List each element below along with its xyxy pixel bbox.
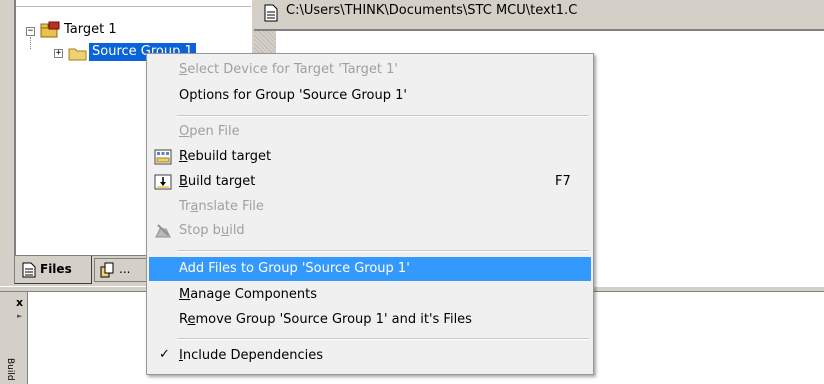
menu-label: Options for Group 'Source Group 1' [179, 88, 407, 103]
output-gutter: x ► Build [5, 292, 28, 384]
files-icon [22, 262, 36, 278]
target-icon [40, 21, 60, 38]
menu-label: Remove Group 'Source Group 1' and it's F… [179, 312, 472, 327]
menu-item-stop-build[interactable]: Stop build [149, 219, 591, 243]
build-icon [154, 174, 172, 190]
tree-connector [30, 37, 31, 49]
tab-files[interactable]: Files [14, 256, 92, 284]
tab-books[interactable]: ... [94, 258, 154, 282]
menu-item-select-device[interactable]: Select Device for Target 'Target 1' [149, 58, 591, 82]
menu-label: Open File [179, 124, 240, 139]
menu-separator [177, 338, 589, 340]
arrow-right-icon[interactable]: ► [17, 312, 22, 320]
collapse-target-icon[interactable]: − [26, 27, 35, 36]
menu-item-rebuild-target[interactable]: Rebuild target [149, 145, 591, 169]
folder-icon [68, 48, 87, 61]
menu-label: Rebuild target [179, 149, 272, 164]
books-icon [100, 262, 114, 278]
tab-files-label: Files [40, 262, 72, 276]
context-menu: Select Device for Target 'Target 1' Opti… [146, 53, 594, 375]
editor-file-path[interactable]: C:\Users\THINK\Documents\STC MCU\text1.C [286, 3, 577, 18]
menu-item-manage-components[interactable]: Manage Components [149, 283, 591, 307]
tree-top-border [16, 0, 251, 7]
rebuild-icon [154, 149, 172, 165]
document-icon [264, 4, 278, 22]
menu-item-remove-group[interactable]: Remove Group 'Source Group 1' and it's F… [149, 308, 591, 332]
checkmark-icon: ✓ [159, 347, 170, 362]
expand-group-icon[interactable]: + [54, 49, 63, 58]
menu-label: Build target [179, 174, 256, 189]
close-icon[interactable]: x [16, 296, 23, 309]
menu-item-open-file[interactable]: Open File [149, 120, 591, 144]
menu-separator [177, 115, 589, 117]
menu-label: Translate File [179, 199, 264, 214]
output-side-label: Build [5, 358, 15, 381]
menu-item-add-files-to-group[interactable]: Add Files to Group 'Source Group 1' [149, 257, 591, 281]
tab-books-label: ... [119, 262, 131, 276]
menu-label: Include Dependencies [179, 348, 323, 363]
stop-build-icon [155, 224, 171, 238]
tree-node-target[interactable]: Target 1 [64, 22, 117, 37]
menu-label: Add Files to Group 'Source Group 1' [179, 261, 410, 276]
menu-label: Stop build [179, 223, 245, 238]
editor-tab-header: C:\Users\THINK\Documents\STC MCU\text1.C [254, 0, 824, 30]
menu-label: Manage Components [179, 287, 318, 302]
menu-item-include-dependencies[interactable]: ✓ Include Dependencies [149, 344, 591, 368]
menu-label: Select Device for Target 'Target 1' [179, 62, 398, 77]
menu-item-options-for-group[interactable]: Options for Group 'Source Group 1' [149, 84, 591, 108]
menu-separator [177, 250, 589, 252]
menu-item-build-target[interactable]: Build target F7 [149, 170, 591, 194]
menu-item-translate-file[interactable]: Translate File [149, 195, 591, 219]
menu-shortcut: F7 [555, 174, 571, 189]
